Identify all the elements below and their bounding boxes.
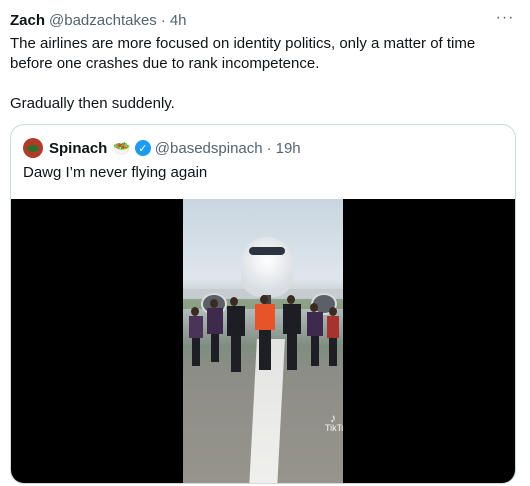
verified-badge-icon: ✓ <box>134 140 151 156</box>
tweet[interactable]: Zach @badzachtakes · 4h ··· The airlines… <box>0 0 530 486</box>
timestamp[interactable]: 4h <box>170 12 187 29</box>
video-frame: ♪ TikTok <box>183 199 343 483</box>
quoted-timestamp[interactable]: 19h <box>276 140 301 157</box>
quoted-author-name[interactable]: Spinach <box>49 140 107 157</box>
quoted-tweet-text: Dawg I’m never flying again <box>23 164 208 181</box>
more-options-icon[interactable]: ··· <box>494 8 516 28</box>
tweet-header: Zach @badzachtakes · 4h <box>10 10 187 30</box>
author-name[interactable]: Zach <box>10 12 45 29</box>
tiktok-label: TikTok <box>325 423 343 433</box>
avatar[interactable] <box>23 138 43 158</box>
salad-emoji-icon: 🥗 <box>113 139 131 156</box>
separator-dot: · <box>266 139 272 157</box>
airplane-fuselage <box>241 237 293 297</box>
quoted-author-handle[interactable]: @basedspinach <box>155 140 263 157</box>
quoted-tweet-header: Spinach 🥗 ✓ @basedspinach · 19h <box>23 137 301 159</box>
video-player[interactable]: ♪ TikTok <box>11 199 515 483</box>
airplane-cockpit <box>249 247 285 255</box>
tiktok-watermark: ♪ TikTok <box>325 411 343 433</box>
tweet-paragraph: Gradually then suddenly. <box>10 95 175 112</box>
tweet-paragraph: The airlines are more focused on identit… <box>10 35 476 72</box>
quoted-tweet[interactable]: Spinach 🥗 ✓ @basedspinach · 19h Dawg I’m… <box>10 124 516 484</box>
author-handle[interactable]: @badzachtakes <box>49 12 157 29</box>
tiktok-logo-icon: ♪ <box>330 411 336 425</box>
tweet-body: The airlines are more focused on identit… <box>10 34 515 114</box>
separator-dot: · <box>160 11 166 29</box>
